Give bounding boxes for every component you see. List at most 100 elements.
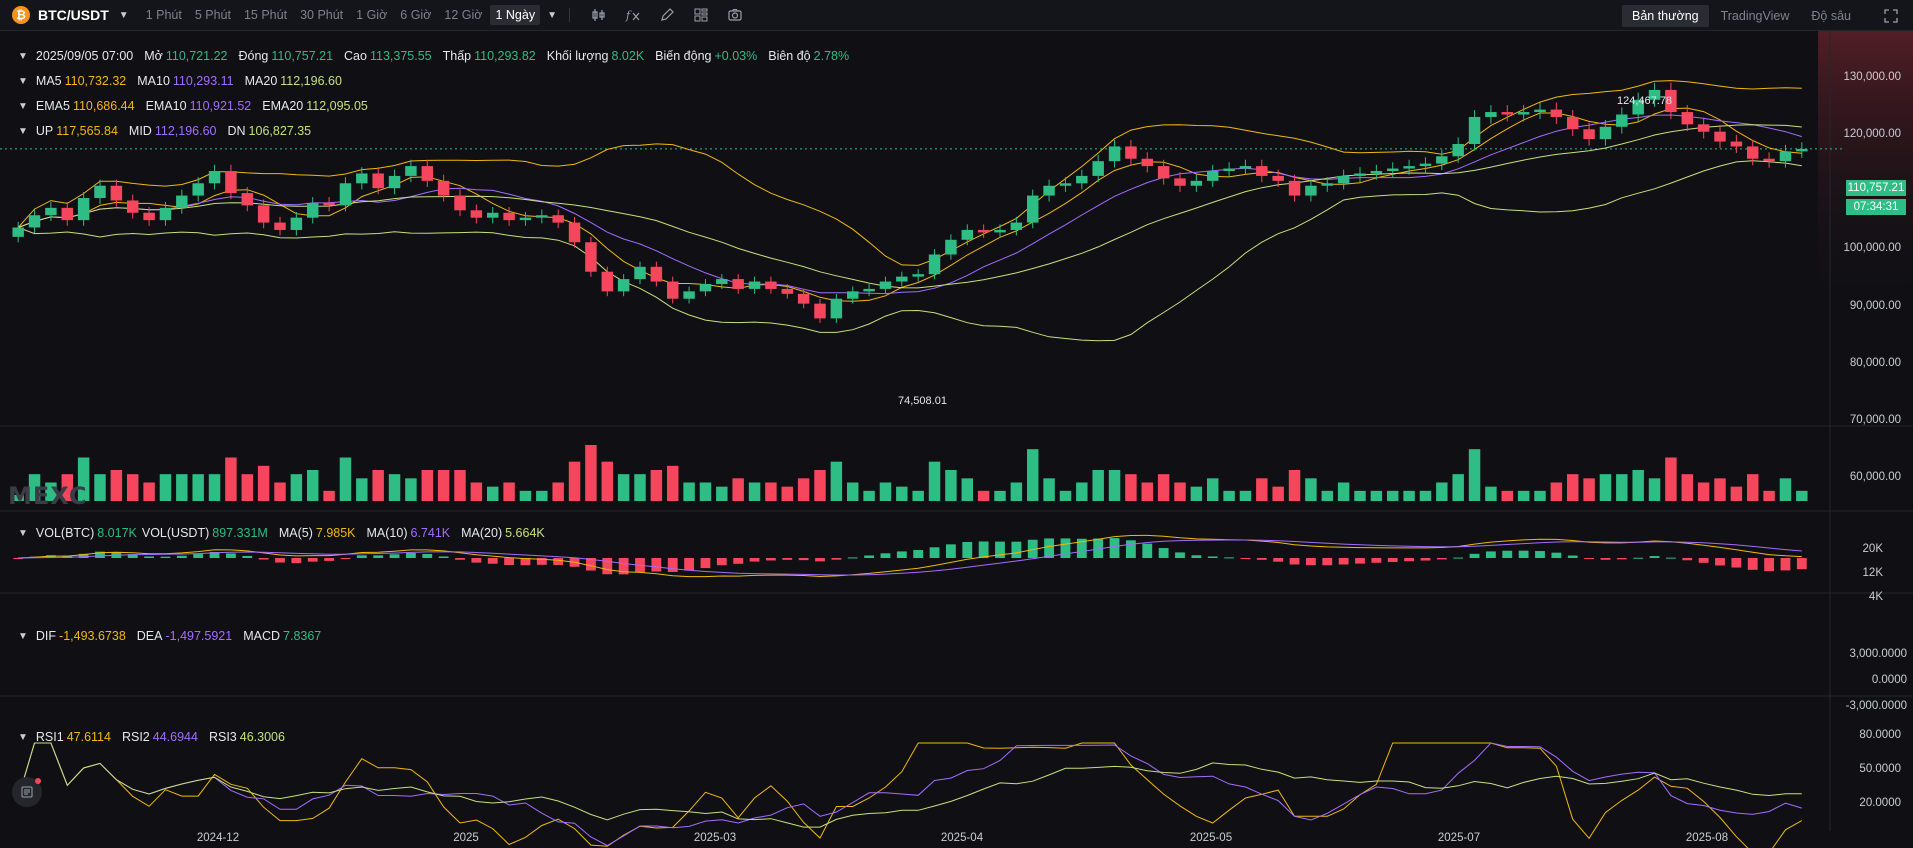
collapse-chevron-icon[interactable]: ▼ xyxy=(18,101,28,112)
date-axis-label: 2025-03 xyxy=(693,832,737,844)
volume-bar xyxy=(912,490,924,501)
candle-body xyxy=(421,166,433,181)
candle-body xyxy=(225,171,237,194)
view-depth[interactable]: Độ sâu xyxy=(1801,5,1861,27)
volume-bar xyxy=(1305,478,1317,501)
candle-body xyxy=(143,212,155,221)
macd-bar xyxy=(504,558,514,565)
collapse-chevron-icon[interactable]: ▼ xyxy=(18,631,28,642)
timeframe-1m[interactable]: 1 Phút xyxy=(141,5,187,25)
candle-body xyxy=(1141,158,1153,167)
top-toolbar: ₿ BTC/USDT ▼ 1 Phút 5 Phút 15 Phút 30 Ph… xyxy=(0,0,1913,31)
candle-body xyxy=(61,207,73,221)
volume-bar xyxy=(421,470,433,501)
candle-body xyxy=(192,183,204,196)
macd-bar xyxy=(880,553,891,558)
candle-body xyxy=(1092,161,1104,176)
timeframe-12h[interactable]: 12 Giờ xyxy=(439,5,487,25)
candle-body xyxy=(45,207,57,216)
macd-bar xyxy=(700,558,711,569)
vol-ma20-label: MA(20) xyxy=(461,526,503,540)
macd-bar xyxy=(1453,557,1464,559)
timeframe-1d[interactable]: 1 Ngày xyxy=(490,5,541,25)
macd-bar xyxy=(1224,557,1234,559)
layout-grid-icon[interactable] xyxy=(693,7,709,23)
macd-bar xyxy=(1044,538,1054,558)
volume-bar xyxy=(994,490,1006,501)
macd-axis-label: -3,000.0000 xyxy=(1845,700,1907,712)
volume-bar xyxy=(1681,474,1693,501)
amplitude-label: Biên độ xyxy=(768,49,811,63)
volume-bar xyxy=(781,486,793,501)
macd-bar xyxy=(1436,558,1447,560)
volume-bar xyxy=(503,482,515,501)
collapse-chevron-icon[interactable]: ▼ xyxy=(18,732,28,743)
volume-bar xyxy=(716,486,728,501)
candle-body xyxy=(748,281,761,289)
volume-bar xyxy=(961,478,973,501)
volume-axis-label: 20K xyxy=(1862,543,1883,555)
camera-icon[interactable] xyxy=(727,7,743,23)
timeframe-dropdown-icon[interactable]: ▼ xyxy=(547,10,557,21)
collapse-chevron-icon[interactable]: ▼ xyxy=(18,528,28,539)
volume-bar xyxy=(94,474,106,501)
candle-type-icon[interactable] xyxy=(591,7,607,23)
volume-bar xyxy=(1125,474,1137,501)
volume-bar xyxy=(1321,490,1333,501)
macd-bar xyxy=(1567,555,1578,558)
timeframe-5m[interactable]: 5 Phút xyxy=(190,5,236,25)
view-tradingview[interactable]: TradingView xyxy=(1711,5,1800,27)
candle-body xyxy=(797,293,810,304)
macd-bar xyxy=(815,558,825,562)
candle-body xyxy=(1076,175,1088,184)
candle-body xyxy=(1681,112,1693,125)
ma20-label: MA20 xyxy=(244,74,278,88)
rsi2-value: 44.6944 xyxy=(152,730,198,744)
ma-info: ▼ MA5 110,732.32 MA10 110,293.11 MA20 11… xyxy=(18,74,353,88)
macd-bar xyxy=(324,558,334,561)
volume-bar xyxy=(339,457,352,501)
volume-bar xyxy=(372,470,384,501)
volume-bar xyxy=(1779,478,1792,501)
boll-up-value: 117,565.84 xyxy=(56,124,118,138)
candle-body xyxy=(1779,151,1792,162)
macd-bar xyxy=(307,558,318,562)
macd-bar xyxy=(716,558,727,566)
macd-bar xyxy=(946,544,956,558)
timeframe-30m[interactable]: 30 Phút xyxy=(295,5,348,25)
macd-bar xyxy=(1011,541,1022,558)
macd-bar xyxy=(1715,558,1725,566)
macd-bar xyxy=(978,541,989,558)
collapse-chevron-icon[interactable]: ▼ xyxy=(18,51,28,62)
draw-pencil-icon[interactable] xyxy=(659,7,675,23)
fullscreen-icon[interactable] xyxy=(1883,8,1899,24)
volume-bar xyxy=(1174,482,1186,501)
volume-bar xyxy=(1010,482,1023,501)
timeframe-15m[interactable]: 15 Phút xyxy=(239,5,292,25)
timeframe-6h[interactable]: 6 Giờ xyxy=(395,5,436,25)
rsi3-value: 46.3006 xyxy=(239,730,285,744)
candle-body xyxy=(1256,166,1268,176)
macd-bar xyxy=(1273,558,1284,562)
pair-dropdown-icon[interactable]: ▼ xyxy=(119,10,129,21)
macd-bar xyxy=(1404,558,1414,562)
price-chart[interactable] xyxy=(0,31,1913,848)
candle-body xyxy=(1419,163,1432,167)
mexc-watermark: MEXC xyxy=(8,482,88,510)
rsi-axis-label: 50.0000 xyxy=(1859,763,1901,775)
view-standard[interactable]: Bản thường xyxy=(1621,5,1709,27)
collapse-chevron-icon[interactable]: ▼ xyxy=(18,76,28,87)
pair-selector[interactable]: BTC/USDT xyxy=(38,7,109,23)
collapse-chevron-icon[interactable]: ▼ xyxy=(18,126,28,137)
timeframe-1h[interactable]: 1 Giờ xyxy=(351,5,392,25)
candle-body xyxy=(1337,175,1350,184)
macd-bar xyxy=(1518,550,1529,558)
macd-bar xyxy=(1535,551,1545,558)
volume-bar xyxy=(945,470,957,501)
candle-body xyxy=(1583,129,1595,140)
dea-label: DEA xyxy=(136,629,163,643)
volume-bar xyxy=(1665,457,1677,501)
indicator-fx-icon[interactable]: f xyxy=(625,7,641,23)
candle-body xyxy=(699,283,712,292)
macd-bar xyxy=(471,558,482,563)
